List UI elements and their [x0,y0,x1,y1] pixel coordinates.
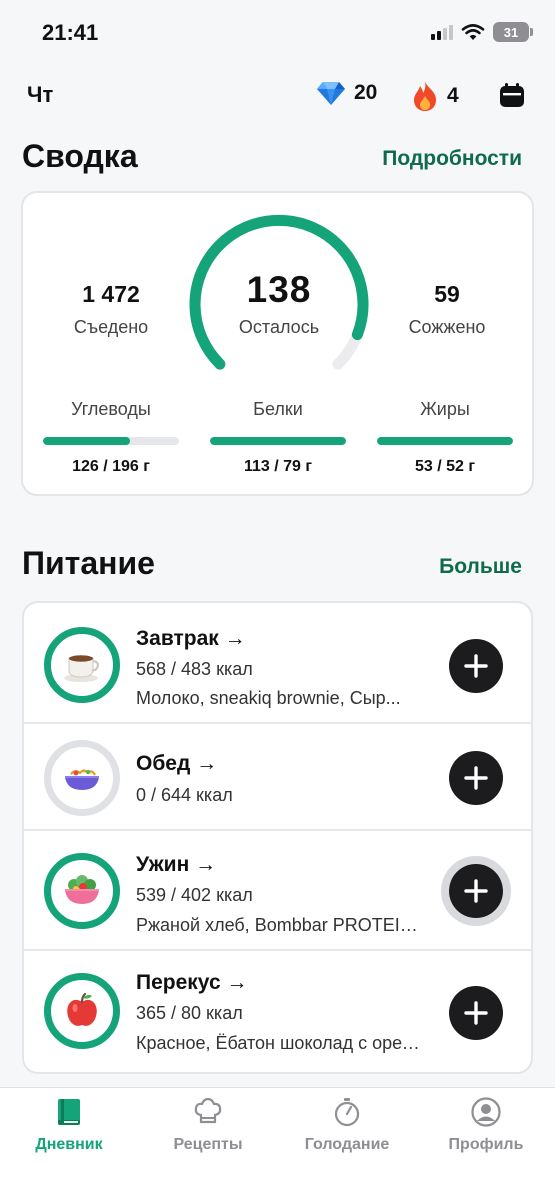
streak-counter[interactable]: 4 [411,80,459,112]
plus-icon [464,766,488,790]
top-bar: Чт 20 4 [0,74,555,118]
wifi-icon [461,24,485,40]
carbs-progress-bar [43,437,179,445]
cellular-signal-icon [431,24,453,40]
streak-count: 4 [447,84,459,107]
snack-items: Красное, Ёбатон шоколад с орехами [136,1033,426,1053]
breakfast-title[interactable]: Завтрак → [136,627,246,651]
noodles-icon [65,769,99,790]
tab-recipes-label: Рецепты [173,1136,243,1153]
summary-title: Сводка [22,138,138,174]
tab-diary-label: Дневник [35,1136,103,1153]
coffee-icon [64,655,99,682]
meal-row-snack[interactable]: Перекус → 365 / 80 ккал Красное, Ёбатон … [24,951,531,1072]
flame-icon [414,81,436,111]
fat-label: Жиры [420,399,470,419]
fat-progress-bar [377,437,513,445]
status-time: 21:41 [42,20,99,45]
tab-recipes[interactable]: Рецепты [139,1096,277,1154]
breakfast-progress-ring [44,627,120,703]
tab-profile-label: Профиль [448,1136,524,1153]
plus-icon [464,654,488,678]
protein-value: 113 / 79 г [243,458,313,475]
diamond-icon [317,82,345,105]
summary-card: 1 472 Съедено 138 Осталось 59 Сожжено Уг… [21,191,534,496]
lunch-progress-ring [44,740,120,816]
add-lunch-button[interactable] [449,751,503,805]
lunch-kcal: 0 / 644 ккал [136,785,233,805]
tab-profile[interactable]: Профиль [417,1096,555,1154]
gems-counter[interactable]: 20 [316,80,377,106]
dinner-progress-ring [44,853,120,929]
eaten-value: 1 472 [82,281,140,307]
tab-fasting-label: Голодание [304,1136,390,1153]
add-snack-button[interactable] [449,986,503,1040]
remaining-value: 138 [246,269,312,310]
salad-icon [65,875,99,904]
plus-icon [464,879,488,903]
nutrition-title: Питание [22,545,155,581]
carbs-value: 126 / 196 г [72,458,150,475]
tab-diary[interactable]: Дневник [0,1096,138,1154]
meals-card: Завтрак → 568 / 483 ккал Молоко, sneakiq… [22,601,533,1074]
breakfast-items: Молоко, sneakiq brownie, Сыр... [136,688,401,708]
day-label[interactable]: Чт [27,82,53,108]
dinner-kcal: 539 / 402 ккал [136,885,253,905]
snack-title[interactable]: Перекус → [136,971,247,995]
breakfast-kcal: 568 / 483 ккал [136,659,253,679]
burned-label: Сожжено [408,317,486,337]
fat-value: 53 / 52 г [414,458,476,475]
snack-progress-ring [44,973,120,1049]
status-icons: 31 [431,22,533,42]
apple-icon [67,992,97,1026]
chef-hat-icon [194,1097,222,1124]
profile-icon [471,1097,501,1127]
snack-kcal: 365 / 80 ккал [136,1003,243,1023]
meal-row-dinner[interactable]: Ужин → 539 / 402 ккал Ржаной хлеб, Bombb… [24,831,531,951]
burned-value: 59 [434,281,460,307]
stopwatch-icon [334,1098,360,1127]
status-bar: 21:41 31 [0,0,555,64]
meal-row-lunch[interactable]: Обед → 0 / 644 ккал [24,724,531,831]
carbs-label: Углеводы [71,399,151,419]
summary-details-link[interactable]: Подробности [382,147,522,171]
add-dinner-button[interactable] [449,864,503,918]
book-icon [58,1099,80,1125]
battery-icon: 31 [493,22,533,42]
protein-label: Белки [253,399,303,419]
tab-fasting[interactable]: Голодание [278,1096,416,1154]
protein-progress-bar [210,437,346,445]
add-breakfast-button[interactable] [449,639,503,693]
meal-row-breakfast[interactable]: Завтрак → 568 / 483 ккал Молоко, sneakiq… [24,603,531,724]
dinner-items: Ржаной хлеб, Bombbar PROTEIN... [136,915,426,935]
eaten-label: Съедено [73,317,149,337]
dinner-title[interactable]: Ужин → [136,853,216,877]
gems-count: 20 [354,81,378,104]
nutrition-more-link[interactable]: Больше [439,555,522,579]
remaining-label: Осталось [238,317,320,337]
calendar-icon[interactable] [497,81,527,111]
lunch-title[interactable]: Обед → [136,752,217,776]
tab-bar: Дневник Рецепты Голодание Профиль [0,1087,555,1200]
plus-icon [464,1001,488,1025]
